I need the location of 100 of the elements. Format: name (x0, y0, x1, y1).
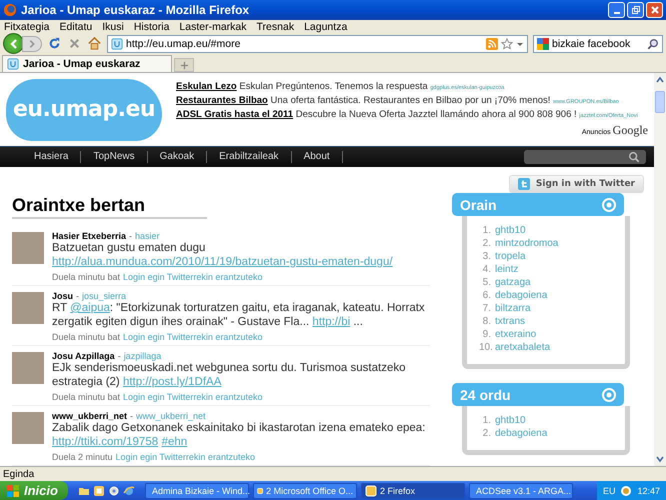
menu-item[interactable]: Editatu (60, 20, 92, 32)
restore-icon (630, 5, 640, 15)
circle-button-icon[interactable] (602, 388, 616, 402)
tag-link[interactable]: aretxabaleta (495, 341, 550, 354)
tweet-link[interactable]: @aipua (70, 302, 110, 314)
reply-link[interactable]: Login egin Twitterrekin erantzuteko (123, 272, 262, 282)
tweet-link[interactable]: http://bi (312, 316, 350, 328)
search-icon[interactable] (647, 38, 659, 50)
photo-placeholder (12, 352, 44, 384)
separator: - (130, 411, 134, 421)
ad-link[interactable]: Restaurantes Bilbao (176, 95, 268, 106)
post-time: Duela 2 minutu (52, 452, 113, 462)
site-logo[interactable]: eu.umap.eu (6, 78, 162, 140)
close-button[interactable] (646, 2, 663, 18)
status-text: Eginda (3, 468, 34, 480)
tweet-link[interactable]: http://ttiki.com/19758 (52, 436, 158, 448)
scrollbar[interactable] (654, 73, 666, 466)
back-button[interactable] (3, 33, 24, 54)
circle-button-icon[interactable] (602, 198, 616, 212)
browser-tab[interactable]: Jarioa - Umap euskaraz (2, 55, 172, 72)
rss-icon[interactable] (486, 38, 498, 50)
address-field[interactable]: http://eu.umap.eu/#more (107, 34, 528, 52)
taskbar-button[interactable]: 2 Firefox (360, 482, 465, 498)
tag-link[interactable]: ghtb10 (495, 414, 526, 427)
clock: 12:47 (637, 486, 660, 496)
sign-in-button[interactable]: Sign in with Twitter (508, 175, 644, 193)
rank-number: 1. (482, 224, 491, 237)
tag-link[interactable]: ghtb10 (495, 224, 526, 237)
tag-link[interactable]: gatzaga (495, 276, 531, 289)
author-handle[interactable]: josu_sierra (82, 291, 126, 301)
rank-number: 6. (482, 289, 491, 302)
restore-button[interactable] (627, 2, 644, 18)
search-engine-icon[interactable] (537, 38, 549, 50)
author-handle[interactable]: www_ukberri_net (136, 411, 206, 421)
menu-item[interactable]: Fitxategia (4, 20, 50, 32)
site-icon (7, 58, 19, 70)
rank-number: 1. (482, 414, 491, 427)
star-icon[interactable] (501, 38, 513, 50)
window-title: Jarioa - Umap euskaraz - Mozilla Firefox (21, 3, 250, 17)
search-icon[interactable] (628, 151, 640, 163)
tag-link[interactable]: etxeraino (495, 328, 536, 341)
separator: - (129, 231, 132, 241)
nav-link[interactable]: About (292, 151, 343, 163)
tag-link[interactable]: biltzarra (495, 302, 531, 315)
menu-item[interactable]: Ikusi (102, 20, 124, 32)
site-search-field[interactable] (524, 150, 646, 164)
tweet-link[interactable]: http://post.ly/1DfAA (122, 376, 222, 388)
tweet-link[interactable]: http://alua.mundua.com/2010/11/19/batzuetan-gustu-ematen-dugu/ (52, 256, 393, 268)
menu-item[interactable]: Tresnak (256, 20, 294, 32)
tweet-text: Batzuetan gustu ematen dugu http://alua.mundua.com/2010/11/19/batzuetan-gustu-ematen-dugu/ (52, 241, 394, 269)
start-button[interactable]: Inicio (0, 481, 68, 500)
author-handle[interactable]: jazpillaga (124, 351, 162, 361)
tray-icon[interactable] (620, 484, 632, 496)
home-icon[interactable] (87, 36, 102, 51)
nav-link[interactable]: Gakoak (148, 151, 208, 163)
author-name: Josu Azpillaga (52, 351, 115, 361)
reload-icon[interactable] (47, 36, 62, 51)
separator: - (118, 351, 121, 361)
tweet-link[interactable]: #ehn (162, 436, 188, 448)
reply-link[interactable]: Login egin Twitterrekin erantzuteko (123, 332, 262, 342)
reply-link[interactable]: Login egin Twitterrekin erantzuteko (123, 392, 262, 402)
minimize-button[interactable] (608, 2, 625, 18)
browser-icon[interactable] (122, 484, 135, 496)
rank-number: 9. (482, 328, 491, 341)
photo-placeholder (12, 292, 44, 324)
search-field[interactable]: bizkaie facebook (533, 34, 663, 52)
tweet-text: EJk senderismoeuskadi.net webgunea sortu du. Turismoa sustatzeko estrategia (2) http://post.ly/1DfAA (52, 361, 406, 389)
rank-number: 7. (482, 302, 491, 315)
menu-item[interactable]: Laguntza (304, 20, 348, 32)
rank-number: 4. (482, 263, 491, 276)
scroll-thumb[interactable] (655, 91, 665, 113)
gear-icon[interactable] (108, 484, 120, 496)
post-time: Duela minutu bat (52, 272, 120, 282)
app-icon[interactable] (92, 484, 105, 496)
menu-item[interactable]: Historia (134, 20, 170, 32)
tag-link[interactable]: txtrans (495, 315, 526, 328)
nav-link[interactable]: Hasiera (22, 151, 82, 163)
nav-link[interactable]: Erabiltzaileak (207, 151, 292, 163)
minimize-icon (614, 12, 620, 14)
taskbar-button[interactable]: 2 Microsoft Office O... (252, 482, 357, 498)
author-handle[interactable]: hasier (135, 231, 160, 241)
rank-number: 3. (482, 250, 491, 263)
ad-link[interactable]: Eskulan Lezo (176, 81, 237, 92)
taskbar-button[interactable]: ACDSee v3.1 - ARGA... (468, 482, 573, 498)
tag-link[interactable]: leintz (495, 263, 518, 276)
tag-link[interactable]: mintzodromoa (495, 237, 558, 250)
new-tab-button[interactable] (174, 58, 194, 72)
language-indicator[interactable]: EU (602, 486, 616, 496)
site-icon (111, 38, 123, 50)
tag-link[interactable]: tropela (495, 250, 526, 263)
nav-link[interactable]: TopNews (81, 151, 148, 163)
ads-brand[interactable]: Google (612, 123, 648, 138)
photo-placeholder (12, 412, 44, 444)
tweet-text: RT @aipua: "Etorkizunak torturatzen gaitu, eta iraganak, kateatu. Horratx zergatik egiten digun ihes orainak" - Gustave Fla... http://bi ... (52, 301, 426, 329)
ad-link[interactable]: ADSL Gratis hasta el 2011 (176, 109, 294, 120)
taskbar-button[interactable]: Admina Bizkaie - Wind... (144, 482, 249, 498)
tag-link[interactable]: debagoiena (495, 289, 548, 302)
tag-link[interactable]: debagoiena (495, 427, 548, 440)
reply-link[interactable]: Login egin Twitterrekin erantzuteko (116, 452, 255, 462)
menu-item[interactable]: Laster-markak (179, 20, 247, 32)
